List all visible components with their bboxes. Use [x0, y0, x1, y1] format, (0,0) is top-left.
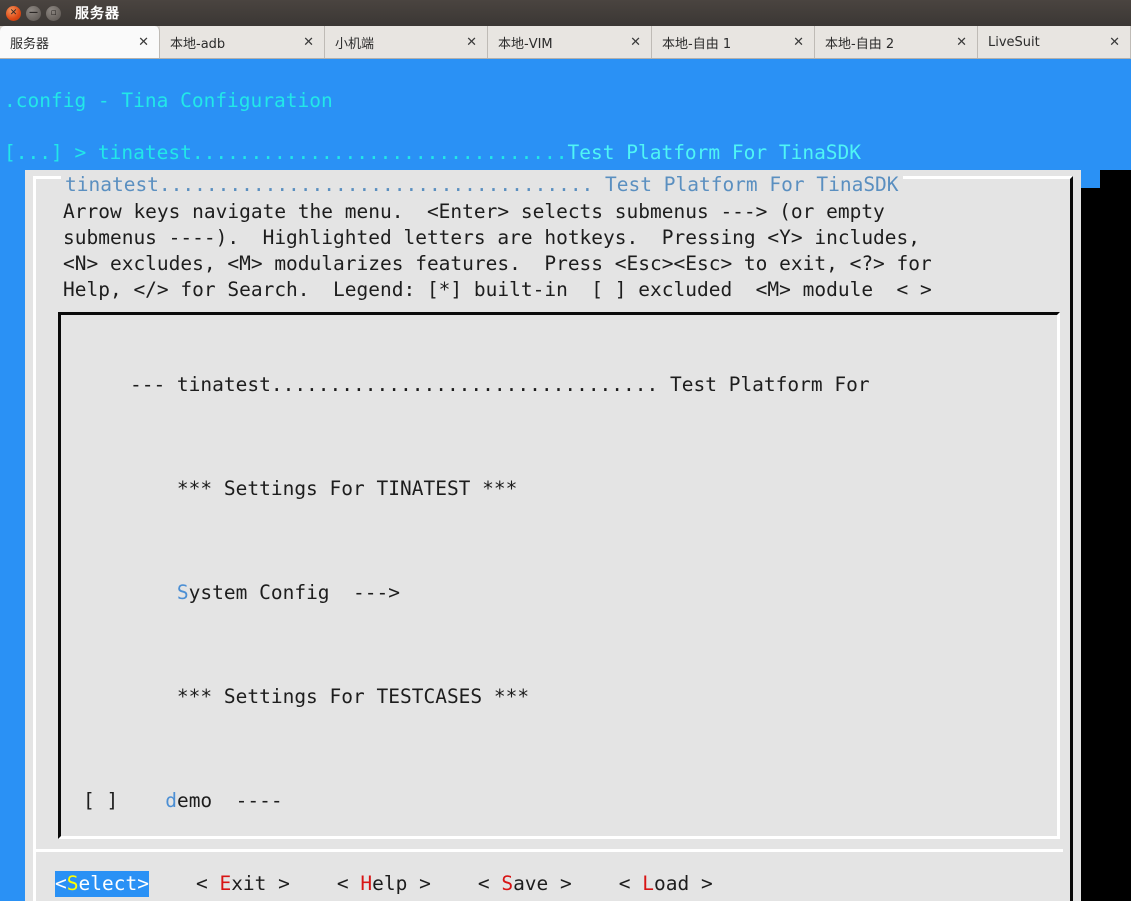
- tab-label: 小机端: [335, 36, 375, 52]
- tab-local-free-1[interactable]: 本地-自由 1 ✕: [652, 26, 815, 58]
- menu-items: --- tinatest............................…: [83, 320, 870, 836]
- btn-pre: <: [477, 872, 502, 895]
- tab-local-adb[interactable]: 本地-adb ✕: [160, 26, 325, 58]
- menuconfig-breadcrumb-title: Test Platform For TinaSDK: [567, 141, 862, 164]
- menu-label: tinatest................................…: [176, 373, 870, 396]
- menuconfig-breadcrumb-prefix: [...] > tinatest: [4, 141, 192, 164]
- terminal-application-window: ✕ — ▫ 服务器 服务器 ✕ 本地-adb ✕ 小机端 ✕ 本地-VIM ✕ …: [0, 0, 1131, 901]
- menu-prefix: ---: [83, 373, 177, 396]
- btn-post: elect>: [78, 872, 149, 895]
- save-button[interactable]: < Save >: [478, 871, 572, 897]
- menu-list-box[interactable]: --- tinatest............................…: [58, 312, 1060, 839]
- menu-label: *** Settings For TESTCASES ***: [176, 685, 530, 708]
- menuconfig-breadcrumb-dots: ................................: [191, 141, 568, 164]
- close-glyph: ✕: [9, 7, 18, 18]
- dialog-help-text: Arrow keys navigate the menu. <Enter> se…: [63, 199, 932, 303]
- load-button[interactable]: < Load >: [619, 871, 713, 897]
- tab-label: 本地-自由 2: [825, 36, 895, 52]
- menu-item-system-config[interactable]: System Config --->: [83, 580, 870, 606]
- menu-prefix: [83, 477, 177, 500]
- btn-pre: <: [336, 872, 361, 895]
- tab-close-icon[interactable]: ✕: [285, 35, 314, 50]
- tab-label: 服务器: [10, 36, 50, 52]
- dialog-shadow-right: [1100, 170, 1131, 901]
- help-line-2: submenus ----). Highlighted letters are …: [63, 226, 921, 249]
- menu-item-demo[interactable]: [ ] demo ----: [83, 788, 870, 814]
- menu-comment-settings-tinatest: *** Settings For TINATEST ***: [83, 476, 870, 502]
- window-minimize-icon[interactable]: —: [26, 5, 41, 21]
- btn-hotkey: L: [642, 872, 654, 895]
- tab-device[interactable]: 小机端 ✕: [325, 26, 488, 58]
- window-maximize-icon[interactable]: ▫: [46, 5, 61, 21]
- terminal-screen[interactable]: .config - Tina Configuration [...] > tin…: [0, 59, 1131, 901]
- menuconfig-header-line1: .config - Tina Configuration: [4, 89, 333, 112]
- tab-livesuit[interactable]: LiveSuit ✕: [978, 26, 1131, 58]
- tab-label: 本地-VIM: [498, 36, 553, 52]
- menu-prefix: [83, 685, 177, 708]
- tab-close-icon[interactable]: ✕: [448, 35, 477, 50]
- help-line-1: Arrow keys navigate the menu. <Enter> se…: [63, 200, 885, 223]
- tab-strip: 服务器 ✕ 本地-adb ✕ 小机端 ✕ 本地-VIM ✕ 本地-自由 1 ✕ …: [0, 26, 1131, 59]
- menu-prefix: [83, 581, 177, 604]
- menuconfig-dialog: tinatest................................…: [25, 170, 1081, 901]
- window-close-icon[interactable]: ✕: [6, 5, 21, 21]
- window-titlebar: ✕ — ▫ 服务器: [0, 0, 1131, 26]
- help-line-4: Help, </> for Search. Legend: [*] built-…: [63, 278, 932, 301]
- menu-hotkey: S: [176, 581, 189, 604]
- window-title: 服务器: [75, 6, 120, 22]
- btn-hotkey: S: [501, 872, 514, 895]
- menu-comment-settings-testcases: *** Settings For TESTCASES ***: [83, 684, 870, 710]
- menu-label: emo ----: [176, 789, 283, 812]
- tab-server[interactable]: 服务器 ✕: [0, 26, 160, 58]
- tab-close-icon[interactable]: ✕: [1091, 35, 1120, 50]
- button-bar-separator: [36, 849, 1063, 852]
- tab-local-vim[interactable]: 本地-VIM ✕: [488, 26, 652, 58]
- btn-post: xit >: [231, 872, 290, 895]
- select-button[interactable]: <Select>: [55, 871, 149, 897]
- menu-prefix: [118, 789, 165, 812]
- tab-close-icon[interactable]: ✕: [775, 35, 804, 50]
- tab-label: LiveSuit: [988, 34, 1040, 50]
- tab-close-icon[interactable]: ✕: [938, 35, 967, 50]
- menu-label: *** Settings For TINATEST ***: [176, 477, 518, 500]
- tab-close-icon[interactable]: ✕: [612, 35, 641, 50]
- help-button[interactable]: < Help >: [337, 871, 431, 897]
- btn-post: ave >: [513, 872, 572, 895]
- tab-label: 本地-自由 1: [662, 36, 732, 52]
- exit-button[interactable]: < Exit >: [196, 871, 290, 897]
- btn-hotkey: E: [219, 872, 232, 895]
- minimize-glyph: —: [29, 7, 38, 18]
- menu-item-tinatest-title: --- tinatest............................…: [83, 372, 870, 398]
- tab-close-icon[interactable]: ✕: [120, 35, 149, 50]
- btn-hotkey: H: [360, 872, 373, 895]
- btn-post: oad >: [654, 872, 713, 895]
- dialog-title: tinatest................................…: [61, 172, 903, 198]
- btn-pre: <: [618, 872, 643, 895]
- btn-pre: <: [55, 872, 67, 895]
- dialog-button-bar: <Select> < Exit > < Help > < Save > < Lo…: [55, 864, 1055, 901]
- maximize-glyph: ▫: [50, 7, 57, 18]
- menu-hotkey: d: [165, 789, 177, 812]
- menu-checkbox[interactable]: [ ]: [83, 789, 118, 812]
- btn-pre: <: [195, 872, 220, 895]
- tab-local-free-2[interactable]: 本地-自由 2 ✕: [815, 26, 978, 58]
- tab-label: 本地-adb: [170, 36, 226, 52]
- help-line-3: <N> excludes, <M> modularizes features. …: [63, 252, 932, 275]
- btn-hotkey: S: [66, 872, 79, 895]
- menu-label: ystem Config --->: [188, 581, 400, 604]
- btn-post: elp >: [372, 872, 431, 895]
